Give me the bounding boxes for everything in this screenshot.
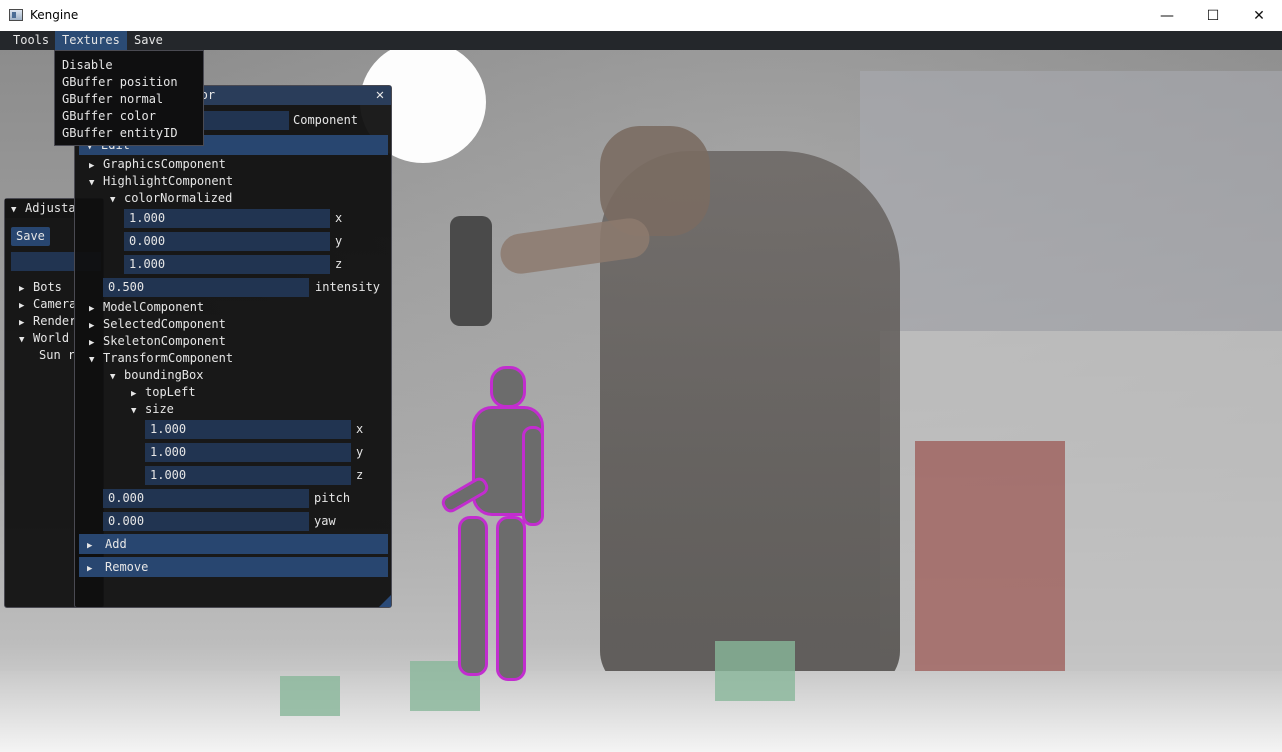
yaw-label: yaw [314, 514, 336, 528]
adjustables-item-bots[interactable]: ▶ Bots [19, 279, 62, 296]
expanded-icon: ▼ [110, 195, 116, 205]
textures-dropdown: Disable GBuffer position GBuffer normal … [54, 50, 204, 146]
adjustables-sub-item[interactable]: Sun r [39, 347, 75, 364]
size-y-input[interactable]: 1.000 [145, 443, 351, 462]
maximize-icon[interactable]: ☐ [1190, 0, 1236, 31]
expanded-icon: ▼ [110, 372, 116, 382]
character-left-leg [458, 516, 488, 676]
character-right-leg [496, 516, 526, 681]
menu-item-gbuffer-entityid[interactable]: GBuffer entityID [55, 125, 203, 142]
expanded-icon: ▼ [131, 406, 137, 416]
menu-textures[interactable]: Textures [55, 31, 127, 50]
tree-bounding-box[interactable]: ▼ boundingBox [110, 367, 203, 384]
tree-color-normalized[interactable]: ▼ colorNormalized [110, 190, 232, 207]
menu-item-gbuffer-normal[interactable]: GBuffer normal [55, 91, 203, 108]
intensity-input[interactable]: 0.500 [103, 278, 309, 297]
size-x-input[interactable]: 1.000 [145, 420, 351, 439]
tree-graphics-component[interactable]: ▶ GraphicsComponent [89, 156, 226, 173]
menu-item-gbuffer-position[interactable]: GBuffer position [55, 74, 203, 91]
character-right-arm [522, 426, 544, 526]
minimize-icon[interactable]: — [1144, 0, 1190, 31]
character-head [490, 366, 526, 408]
tree-selected-component[interactable]: ▶ SelectedComponent [89, 316, 226, 333]
expanded-icon: ▼ [19, 335, 25, 345]
size-x-label: x [356, 422, 364, 436]
size-y-label: y [356, 445, 364, 459]
close-icon[interactable]: ✕ [372, 87, 388, 103]
ground [0, 671, 1282, 752]
collapse-icon[interactable]: ▼ [11, 201, 25, 220]
yaw-input[interactable]: 0.000 [103, 512, 309, 531]
add-component-header[interactable]: ▶ Add [79, 534, 388, 554]
color-x-input[interactable]: 1.000 [124, 209, 330, 228]
menubar: Tools Textures Save [0, 31, 1282, 50]
expanded-icon: ▼ [89, 178, 95, 188]
remove-component-header[interactable]: ▶ Remove [79, 557, 388, 577]
pitch-input[interactable]: 0.000 [103, 489, 309, 508]
adjustables-item-world[interactable]: ▼ World [19, 330, 69, 347]
green-block [715, 641, 795, 701]
collapsed-icon: ▶ [87, 541, 93, 551]
menu-item-gbuffer-color[interactable]: GBuffer color [55, 108, 203, 125]
background-building [860, 71, 1282, 331]
component-label: Component [293, 113, 359, 127]
tree-transform-component[interactable]: ▼ TransformComponent [89, 350, 233, 367]
entity-editor-window[interactable]: ditor ✕ Component ▼Edit ▶GraphicsCompone… [74, 85, 392, 608]
intensity-label: intensity [315, 280, 381, 294]
size-z-label: z [356, 468, 364, 482]
expanded-icon: ▼ [89, 355, 95, 365]
red-door [915, 441, 1065, 691]
adjustables-item-render[interactable]: ▶ Render [19, 313, 76, 330]
window-titlebar: Kengine — ☐ ✕ [0, 0, 1282, 31]
resize-grip[interactable] [379, 595, 391, 607]
menu-item-disable[interactable]: Disable [55, 57, 203, 74]
lantern [450, 216, 492, 326]
tree-highlight-component[interactable]: ▼ HighlightComponent [89, 173, 233, 190]
color-z-label: z [335, 257, 343, 271]
pitch-label: pitch [314, 491, 351, 505]
adjustables-item-camera[interactable]: ▶ Camera [19, 296, 76, 313]
color-y-input[interactable]: 0.000 [124, 232, 330, 251]
adjustables-save-button[interactable]: Save [11, 227, 50, 246]
highlighted-character[interactable] [438, 366, 560, 686]
app-icon [9, 9, 23, 21]
adjustables-title: Adjusta [25, 201, 76, 215]
menu-save[interactable]: Save [127, 31, 170, 50]
tree-model-component[interactable]: ▶ ModelComponent [89, 299, 204, 316]
tree-size[interactable]: ▼ size [131, 401, 174, 418]
window-title: Kengine [30, 8, 79, 22]
color-y-label: y [335, 234, 343, 248]
color-x-label: x [335, 211, 343, 225]
tree-skeleton-component[interactable]: ▶ SkeletonComponent [89, 333, 226, 350]
collapsed-icon: ▶ [87, 564, 93, 574]
green-block [280, 676, 340, 716]
tree-top-left[interactable]: ▶ topLeft [131, 384, 196, 401]
close-icon[interactable]: ✕ [1236, 0, 1282, 31]
size-z-input[interactable]: 1.000 [145, 466, 351, 485]
menu-tools[interactable]: Tools [6, 31, 56, 50]
color-z-input[interactable]: 1.000 [124, 255, 330, 274]
